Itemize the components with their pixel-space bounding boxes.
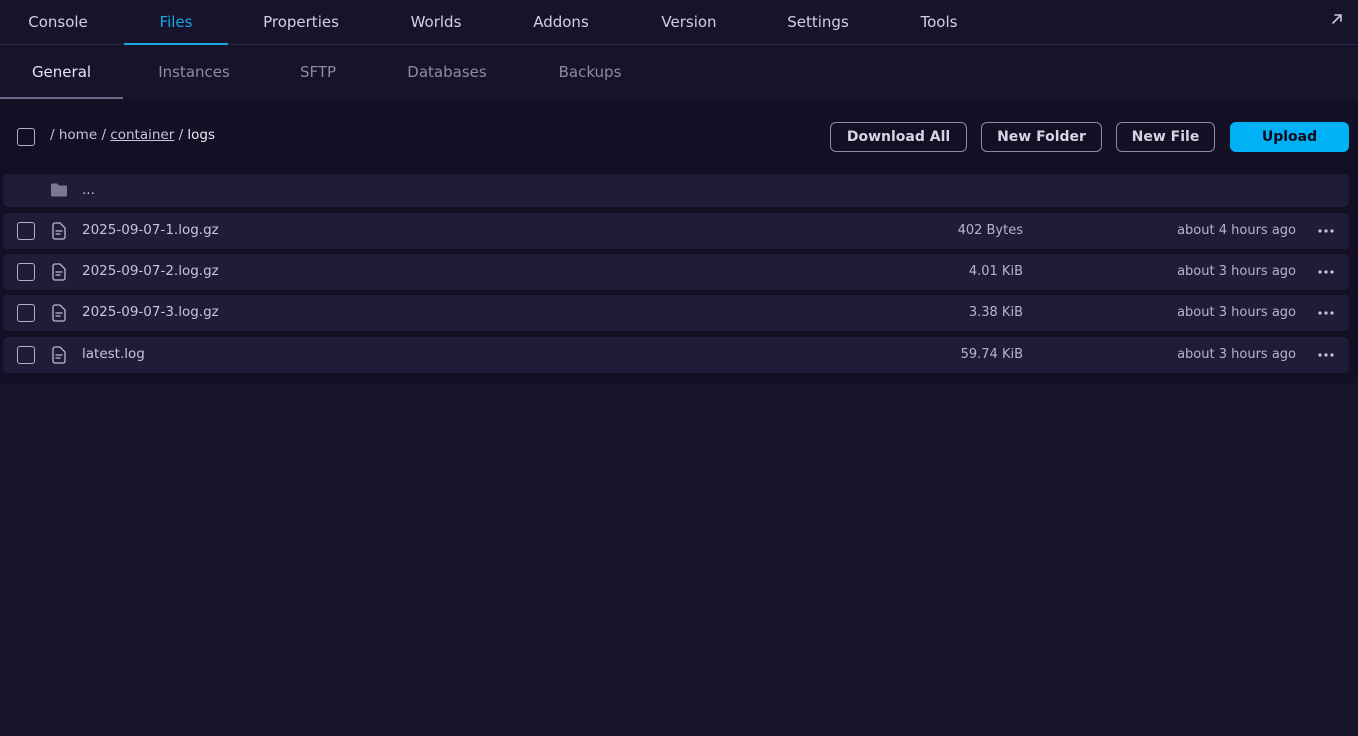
file-name[interactable]: latest.log <box>82 346 145 362</box>
file-modified: about 3 hours ago <box>1177 347 1296 362</box>
file-manager-panel: / home / container / logs Download All N… <box>0 99 1358 384</box>
tab-properties[interactable]: Properties <box>252 0 350 44</box>
breadcrumb-home[interactable]: home <box>59 127 97 143</box>
more-horizontal-icon[interactable] <box>1317 347 1335 363</box>
breadcrumb-current: logs <box>187 127 216 143</box>
new-file-button[interactable]: New File <box>1116 122 1215 152</box>
breadcrumb-separator: / <box>178 127 184 143</box>
tab-settings[interactable]: Settings <box>776 0 860 44</box>
breadcrumb-separator: / <box>101 127 106 143</box>
breadcrumb-container[interactable]: container <box>110 127 174 143</box>
file-name[interactable]: 2025-09-07-1.log.gz <box>82 222 219 238</box>
file-text-icon <box>52 263 66 281</box>
tab-version[interactable]: Version <box>648 0 730 44</box>
more-horizontal-icon[interactable] <box>1317 223 1335 239</box>
tab-files[interactable]: Files <box>124 0 228 45</box>
file-checkbox[interactable] <box>17 304 35 322</box>
subtab-backups[interactable]: Backups <box>546 45 634 99</box>
file-text-icon <box>52 304 66 322</box>
file-modified: about 3 hours ago <box>1177 264 1296 279</box>
file-modified: about 3 hours ago <box>1177 305 1296 320</box>
file-row[interactable]: 2025-09-07-3.log.gz 3.38 KiB about 3 hou… <box>3 295 1349 331</box>
file-checkbox[interactable] <box>17 222 35 240</box>
file-name[interactable]: 2025-09-07-2.log.gz <box>82 263 219 279</box>
download-all-button[interactable]: Download All <box>830 122 967 152</box>
file-size: 4.01 KiB <box>968 264 1023 279</box>
more-horizontal-icon[interactable] <box>1317 264 1335 280</box>
parent-directory-row[interactable]: ... <box>3 174 1349 207</box>
parent-directory-label[interactable]: ... <box>82 182 95 198</box>
file-size: 3.38 KiB <box>968 305 1023 320</box>
breadcrumb-separator: / <box>50 127 55 143</box>
subtab-instances[interactable]: Instances <box>146 45 242 99</box>
more-horizontal-icon[interactable] <box>1317 305 1335 321</box>
file-row[interactable]: 2025-09-07-1.log.gz 402 Bytes about 4 ho… <box>3 213 1349 249</box>
new-folder-button[interactable]: New Folder <box>981 122 1102 152</box>
file-text-icon <box>52 222 66 240</box>
subtab-sftp[interactable]: SFTP <box>290 45 346 99</box>
file-modified: about 4 hours ago <box>1177 223 1296 238</box>
select-all-checkbox[interactable] <box>17 128 35 146</box>
breadcrumb: / home / container / logs <box>50 127 215 143</box>
tab-addons[interactable]: Addons <box>520 0 602 44</box>
upload-button[interactable]: Upload <box>1230 122 1349 152</box>
folder-icon <box>51 183 67 197</box>
file-checkbox[interactable] <box>17 346 35 364</box>
subtab-databases[interactable]: Databases <box>394 45 500 99</box>
file-row[interactable]: latest.log 59.74 KiB about 3 hours ago <box>3 337 1349 373</box>
main-tab-bar: Console Files Properties Worlds Addons V… <box>0 0 1358 45</box>
files-sub-tab-bar: General Instances SFTP Databases Backups <box>0 45 1358 99</box>
file-name[interactable]: 2025-09-07-3.log.gz <box>82 304 219 320</box>
tab-worlds[interactable]: Worlds <box>398 0 474 44</box>
file-checkbox[interactable] <box>17 263 35 281</box>
subtab-general[interactable]: General <box>0 45 123 99</box>
tab-console[interactable]: Console <box>16 0 100 44</box>
file-size: 402 Bytes <box>957 223 1023 238</box>
file-row[interactable]: 2025-09-07-2.log.gz 4.01 KiB about 3 hou… <box>3 254 1349 290</box>
file-text-icon <box>52 346 66 364</box>
expand-arrow-icon[interactable] <box>1328 10 1346 28</box>
tab-tools[interactable]: Tools <box>908 0 970 44</box>
file-size: 59.74 KiB <box>960 347 1023 362</box>
